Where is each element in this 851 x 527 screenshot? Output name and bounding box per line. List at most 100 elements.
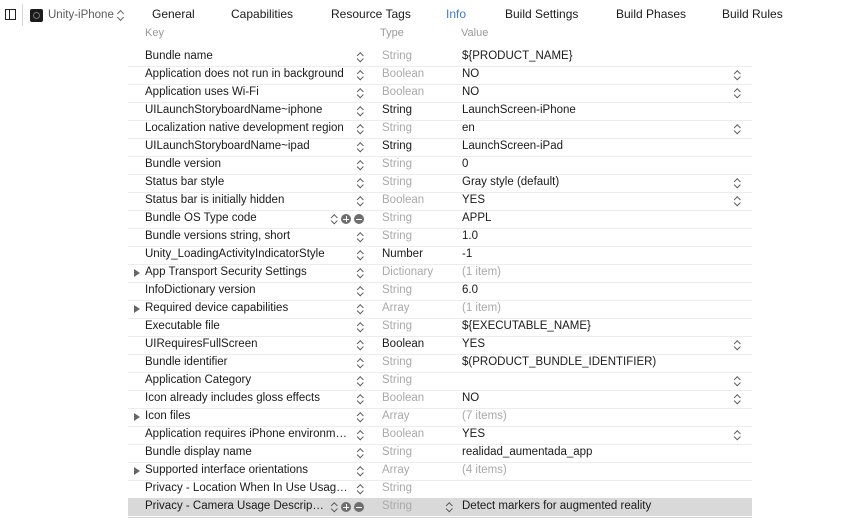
row-value[interactable]: Detect markers for augmented reality [462, 500, 651, 512]
row-value[interactable]: Gray style (default) [462, 176, 559, 188]
row-type[interactable]: String [382, 356, 412, 368]
row-value[interactable]: LaunchScreen-iPad [462, 140, 563, 152]
type-popup-chevron-icon[interactable] [446, 501, 453, 513]
row-value[interactable]: (4 items) [462, 464, 507, 476]
key-popup-chevron-icon[interactable] [357, 195, 364, 207]
row-type[interactable]: String [382, 500, 412, 512]
row-type[interactable]: String [382, 122, 412, 134]
table-row[interactable]: Application uses Wi-Fi Boolean NO [128, 84, 752, 103]
row-type[interactable]: String [382, 482, 412, 494]
row-type[interactable]: String [382, 320, 412, 332]
table-row[interactable]: App Transport Security Settings Dictionar… [128, 264, 752, 283]
row-value[interactable]: (1 item) [462, 302, 501, 314]
row-value[interactable]: APPL [462, 212, 491, 224]
row-value[interactable]: YES [462, 338, 485, 350]
value-popup-chevron-icon[interactable] [734, 123, 741, 135]
row-type[interactable]: String [382, 104, 412, 116]
key-popup-chevron-icon[interactable] [357, 339, 364, 351]
table-row[interactable]: Status bar is initially hidden Boolean YES [128, 192, 752, 211]
row-type[interactable]: String [382, 140, 412, 152]
tab-general[interactable]: General [152, 7, 195, 21]
remove-row-icon[interactable] [354, 502, 364, 512]
key-popup-chevron-icon[interactable] [357, 393, 364, 405]
key-popup-chevron-icon[interactable] [357, 177, 364, 189]
key-popup-chevron-icon[interactable] [357, 267, 364, 279]
key-popup-chevron-icon[interactable] [357, 465, 364, 477]
table-row[interactable]: UIRequiresFullScreen Boolean YES [128, 336, 752, 355]
key-popup-chevron-icon[interactable] [357, 123, 364, 135]
table-row[interactable]: InfoDictionary version String 6.0 [128, 282, 752, 301]
table-row[interactable]: Bundle versions string, short String 1.0 [128, 228, 752, 247]
row-type[interactable]: Number [382, 248, 423, 260]
key-popup-chevron-icon[interactable] [331, 213, 338, 225]
key-popup-chevron-icon[interactable] [357, 321, 364, 333]
table-row[interactable]: Bundle version String 0 [128, 156, 752, 175]
table-row[interactable]: Bundle display name String realidad_aument… [128, 444, 752, 463]
table-row[interactable]: Supported interface orientations Array (4 … [128, 462, 752, 481]
row-type[interactable]: Boolean [382, 68, 424, 80]
row-type[interactable]: Boolean [382, 428, 424, 440]
key-popup-chevron-icon[interactable] [357, 447, 364, 459]
disclosure-triangle-icon[interactable] [134, 467, 140, 475]
key-popup-chevron-icon[interactable] [357, 285, 364, 297]
key-popup-chevron-icon[interactable] [357, 51, 364, 63]
disclosure-triangle-icon[interactable] [134, 305, 140, 313]
table-row[interactable]: Privacy - Camera Usage Descrip… String Det… [128, 498, 752, 516]
row-type[interactable]: String [382, 446, 412, 458]
sidebar-toggle-icon[interactable] [5, 9, 16, 20]
key-popup-chevron-icon[interactable] [331, 501, 338, 513]
tab-build-settings[interactable]: Build Settings [505, 7, 578, 21]
disclosure-triangle-icon[interactable] [134, 269, 140, 277]
row-type[interactable]: Boolean [382, 194, 424, 206]
row-type[interactable]: String [382, 176, 412, 188]
table-row[interactable]: Icon files Array (7 items) [128, 408, 752, 427]
tab-build-phases[interactable]: Build Phases [616, 7, 686, 21]
row-value[interactable]: 1.0 [462, 230, 478, 242]
key-popup-chevron-icon[interactable] [357, 249, 364, 261]
key-popup-chevron-icon[interactable] [357, 141, 364, 153]
row-value[interactable]: 0 [462, 158, 468, 170]
remove-row-icon[interactable] [354, 214, 364, 224]
table-row[interactable]: Executable file String ${EXECUTABLE_NAME} [128, 318, 752, 337]
row-type[interactable]: String [382, 158, 412, 170]
table-row[interactable]: Bundle name String ${PRODUCT_NAME} [128, 48, 752, 67]
row-value[interactable]: (1 item) [462, 266, 501, 278]
row-value[interactable]: ${PRODUCT_NAME} [462, 50, 573, 62]
value-popup-chevron-icon[interactable] [734, 87, 741, 99]
row-type[interactable]: String [382, 284, 412, 296]
row-type[interactable]: String [382, 230, 412, 242]
key-popup-chevron-icon[interactable] [357, 375, 364, 387]
disclosure-triangle-icon[interactable] [134, 413, 140, 421]
table-row[interactable]: Unity_LoadingActivityIndicatorStyle Numbe… [128, 246, 752, 265]
row-type[interactable]: Array [382, 302, 409, 314]
table-row[interactable]: Application Category String [128, 372, 752, 391]
row-type[interactable]: Array [382, 464, 409, 476]
value-popup-chevron-icon[interactable] [734, 339, 741, 351]
row-value[interactable]: NO [462, 86, 479, 98]
table-row[interactable]: Application requires iPhone environm… Boo… [128, 426, 752, 445]
row-value[interactable]: $(PRODUCT_BUNDLE_IDENTIFIER) [462, 356, 656, 368]
table-row[interactable]: Application does not run in background Bo… [128, 66, 752, 85]
row-value[interactable]: NO [462, 68, 479, 80]
row-value[interactable]: -1 [462, 248, 472, 260]
row-value[interactable]: realidad_aumentada_app [462, 446, 592, 458]
row-type[interactable]: String [382, 50, 412, 62]
table-row[interactable]: Icon already includes gloss effects Boole… [128, 390, 752, 409]
row-type[interactable]: Boolean [382, 338, 424, 350]
key-popup-chevron-icon[interactable] [357, 357, 364, 369]
value-popup-chevron-icon[interactable] [734, 375, 741, 387]
tab-capabilities[interactable]: Capabilities [231, 7, 293, 21]
row-value[interactable]: 6.0 [462, 284, 478, 296]
row-value[interactable]: NO [462, 392, 479, 404]
key-popup-chevron-icon[interactable] [357, 429, 364, 441]
value-popup-chevron-icon[interactable] [734, 177, 741, 189]
row-type[interactable]: Dictionary [382, 266, 433, 278]
key-popup-chevron-icon[interactable] [357, 303, 364, 315]
table-row[interactable]: Localization native development region St… [128, 120, 752, 139]
add-row-icon[interactable] [341, 502, 351, 512]
table-row[interactable]: UILaunchStoryboardName~iphone String Launc… [128, 102, 752, 121]
row-type[interactable]: String [382, 374, 412, 386]
tab-info[interactable]: Info [446, 7, 466, 21]
table-row[interactable]: Required device capabilities Array (1 item… [128, 300, 752, 319]
value-popup-chevron-icon[interactable] [734, 429, 741, 441]
